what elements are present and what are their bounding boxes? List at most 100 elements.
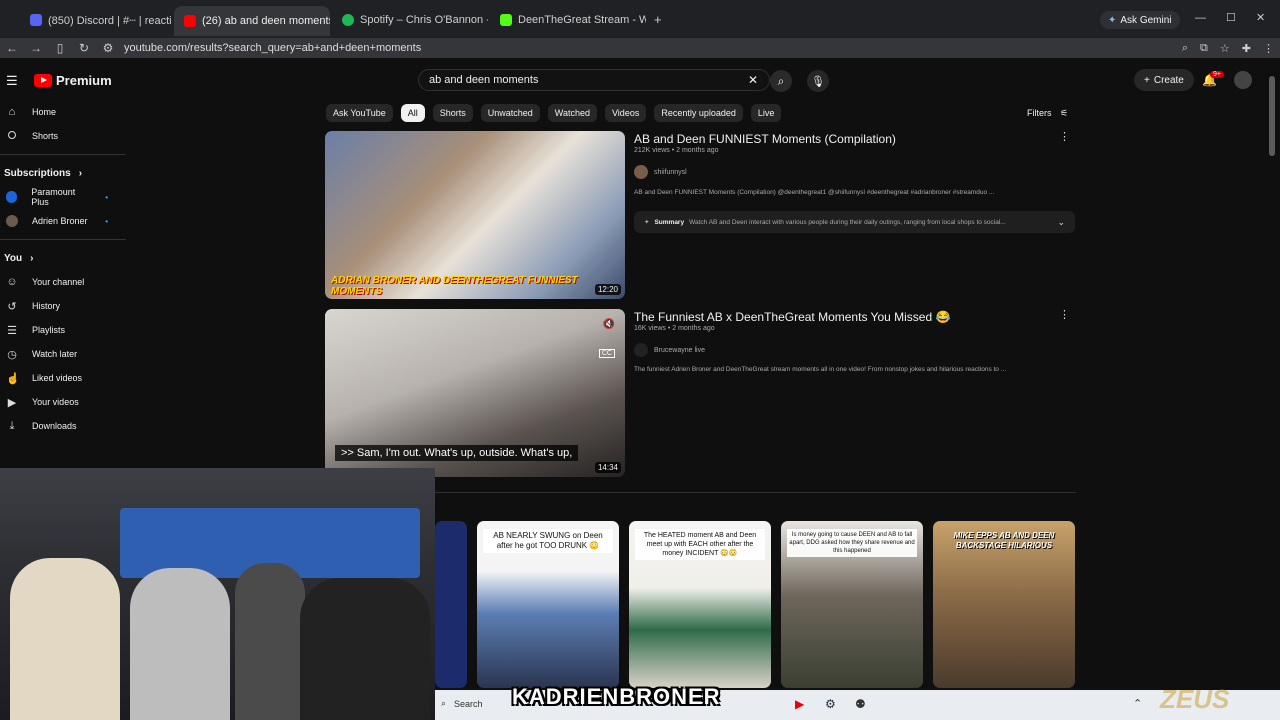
extensions-icon[interactable]: ✚ bbox=[1242, 42, 1251, 55]
search-button[interactable]: ⌕ bbox=[770, 70, 792, 92]
mute-icon[interactable]: 🔇 bbox=[603, 319, 615, 330]
hamburger-menu-icon[interactable]: ☰ bbox=[6, 73, 18, 89]
chevron-down-icon[interactable]: ⌄ bbox=[1057, 217, 1065, 228]
avatar[interactable] bbox=[1234, 71, 1252, 89]
video-thumbnail[interactable]: 🔇 CC >> Sam, I'm out. What's up, outside… bbox=[325, 309, 625, 477]
taskbar-search-label: Search bbox=[454, 698, 483, 709]
voice-search-button[interactable]: 🎙 bbox=[807, 70, 829, 92]
thumbs-up-icon: ☝ bbox=[6, 372, 20, 385]
tab-spotify[interactable]: Spotify – Chris O'Bannon - Disc ✕ bbox=[332, 8, 488, 32]
chip-all[interactable]: All bbox=[400, 104, 425, 122]
shorts-card[interactable]: MIKE EPPS AB AND DEEN BACKSTAGE HILARIOU… bbox=[933, 521, 1075, 688]
filters-button[interactable]: Filters ⚟ bbox=[1027, 108, 1068, 119]
sidebar-item-label: Shorts bbox=[32, 131, 59, 141]
shorts-card[interactable]: AB NEARLY SWUNG on Deen after he got TOO… bbox=[477, 521, 619, 688]
channel-link[interactable]: Brucewayne live bbox=[634, 343, 705, 357]
sidebar-item-playlists[interactable]: ☰ Playlists bbox=[0, 318, 126, 342]
menu-icon[interactable]: ⋮ bbox=[1263, 42, 1274, 55]
new-content-dot: • bbox=[105, 192, 108, 202]
steam-icon[interactable]: ⚙ bbox=[825, 697, 836, 711]
sidebar-item-label: Paramount Plus bbox=[31, 187, 76, 207]
summary-text: Watch AB and Deen interact with various … bbox=[689, 218, 1006, 226]
search-input[interactable]: ab and deen moments bbox=[418, 69, 770, 91]
taskbar-search[interactable]: ⌕ Search bbox=[441, 698, 483, 709]
chip-videos[interactable]: Videos bbox=[604, 104, 647, 122]
site-info-icon[interactable]: ⚙ bbox=[96, 41, 120, 55]
person-silhouette bbox=[235, 563, 305, 720]
sidebar-item-your-videos[interactable]: ▶ Your videos bbox=[0, 390, 126, 414]
sidebar-item-paramount-plus[interactable]: Paramount Plus • bbox=[0, 185, 126, 209]
tab-youtube[interactable]: (26) ab and deen moments - YouTube ✕ bbox=[174, 6, 330, 36]
video-thumbnail[interactable]: ADRIAN BRONER AND DEENTHEGREAT FUNNIEST … bbox=[325, 131, 625, 299]
maximize-button[interactable]: ☐ bbox=[1226, 11, 1236, 24]
install-icon[interactable]: ⧉ bbox=[1200, 42, 1208, 55]
chip-live[interactable]: Live bbox=[750, 104, 782, 122]
more-options-icon[interactable]: ⋮ bbox=[1059, 130, 1070, 143]
shorts-card[interactable]: The HEATED moment AB and Deen meet up wi… bbox=[629, 521, 771, 688]
chip-shorts[interactable]: Shorts bbox=[432, 104, 473, 122]
youtube-logo[interactable]: Premium bbox=[34, 73, 112, 88]
zoom-icon[interactable]: ⌕ bbox=[1182, 42, 1188, 55]
sidebar-item-adrien-broner[interactable]: Adrien Broner • bbox=[0, 209, 126, 233]
chip-unwatched[interactable]: Unwatched bbox=[480, 104, 540, 122]
tab-discord[interactable]: (850) Discord | #┄ | reactions ✕ bbox=[20, 8, 172, 32]
search-value: ab and deen moments bbox=[429, 74, 539, 86]
sidebar-item-your-channel[interactable]: ☺ Your channel bbox=[0, 270, 126, 294]
app-icon[interactable]: ⚉ bbox=[855, 697, 866, 711]
reload-icon[interactable]: ↻ bbox=[72, 41, 96, 55]
chip-watched[interactable]: Watched bbox=[547, 104, 597, 122]
duration-badge: 12:20 bbox=[594, 284, 621, 295]
sidebar-item-history[interactable]: ↺ History bbox=[0, 294, 126, 318]
download-icon: ⤓ bbox=[9, 419, 15, 432]
person-silhouette bbox=[130, 568, 230, 720]
channel-link[interactable]: shiifunnysl bbox=[634, 165, 687, 179]
clear-search-icon[interactable]: ✕ bbox=[748, 73, 758, 87]
sidebar-item-watch-later[interactable]: ◷ Watch later bbox=[0, 342, 126, 366]
sidebar-item-downloads[interactable]: ⤓ Downloads bbox=[0, 414, 126, 438]
captions-icon[interactable]: CC bbox=[598, 349, 615, 358]
sidebar-toggle-icon[interactable]: ▯ bbox=[48, 41, 72, 55]
forward-icon[interactable]: → bbox=[24, 41, 48, 55]
sidebar-item-home[interactable]: ⌂ Home bbox=[0, 100, 126, 124]
shorts-caption: AB NEARLY SWUNG on Deen after he got TOO… bbox=[483, 529, 613, 553]
youtube-taskbar-icon[interactable]: ▶ bbox=[795, 697, 804, 711]
chip-recently-uploaded[interactable]: Recently uploaded bbox=[654, 104, 743, 122]
back-icon[interactable]: ← bbox=[0, 41, 24, 55]
you-heading[interactable]: You › bbox=[0, 246, 126, 270]
subscriptions-heading[interactable]: Subscriptions › bbox=[0, 161, 126, 185]
youtube-header: ☰ Premium ab and deen moments ✕ ⌕ 🎙 + Cr… bbox=[0, 62, 1280, 100]
shorts-caption: The HEATED moment AB and Deen meet up wi… bbox=[635, 529, 765, 560]
sidebar-item-label: Downloads bbox=[32, 421, 77, 431]
chip-ask-youtube[interactable]: Ask YouTube bbox=[326, 104, 393, 122]
filter-chips: Ask YouTube All Shorts Unwatched Watched… bbox=[326, 104, 782, 122]
sliders-icon: ⚟ bbox=[1060, 108, 1069, 118]
video-icon: ▶ bbox=[7, 396, 17, 409]
url-field[interactable]: youtube.com/results?search_query=ab+and+… bbox=[124, 42, 421, 54]
chevron-up-icon[interactable]: ⌃ bbox=[1133, 697, 1142, 710]
home-icon: ⌂ bbox=[8, 106, 16, 118]
tab-kick[interactable]: DeenTheGreat Stream - Watch ✕ bbox=[490, 8, 646, 32]
notification-badge: 9+ bbox=[1210, 71, 1224, 78]
microphone-icon: 🎙 bbox=[811, 75, 825, 88]
page-scrollbar[interactable] bbox=[1269, 76, 1275, 156]
video-description: AB and Deen FUNNIEST Moments (Compilatio… bbox=[634, 189, 995, 196]
shorts-card[interactable]: Is money going to cause DEEN and AB to f… bbox=[781, 521, 923, 688]
sidebar-item-shorts[interactable]: ⭘ Shorts bbox=[0, 124, 126, 148]
gemini-icon: ✦ bbox=[1108, 14, 1117, 26]
new-tab-button[interactable]: + bbox=[654, 12, 662, 27]
bookmark-star-icon[interactable]: ☆ bbox=[1220, 42, 1230, 55]
shorts-card[interactable] bbox=[435, 521, 467, 688]
more-options-icon[interactable]: ⋮ bbox=[1059, 308, 1070, 321]
video-title[interactable]: The Funniest AB x DeenTheGreat Moments Y… bbox=[634, 310, 950, 324]
channel-avatar bbox=[6, 191, 18, 203]
minimize-button[interactable]: — bbox=[1195, 12, 1206, 24]
sidebar-item-liked-videos[interactable]: ☝ Liked videos bbox=[0, 366, 126, 390]
window-close-button[interactable]: ✕ bbox=[1256, 11, 1265, 24]
you-label: You bbox=[4, 252, 23, 264]
shorts-caption: MIKE EPPS AB AND DEEN BACKSTAGE HILARIOU… bbox=[953, 531, 1055, 550]
video-meta: 16K views • 2 months ago bbox=[634, 325, 715, 332]
ai-summary[interactable]: ✦ Summary Watch AB and Deen interact wit… bbox=[634, 211, 1075, 233]
ask-gemini-button[interactable]: ✦ Ask Gemini bbox=[1100, 11, 1180, 29]
create-button[interactable]: + Create bbox=[1134, 69, 1194, 91]
video-title[interactable]: AB and Deen FUNNIEST Moments (Compilatio… bbox=[634, 132, 896, 146]
